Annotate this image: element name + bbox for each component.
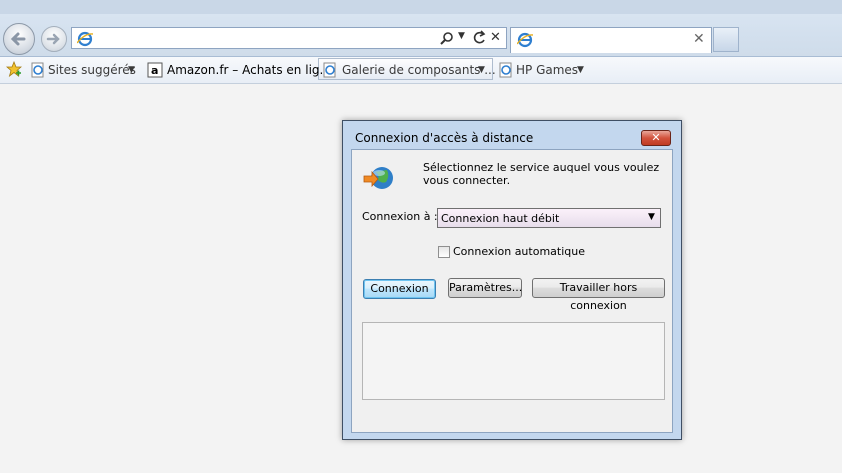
- favorite-label: Galerie de composants ...: [342, 63, 496, 77]
- amazon-icon: a: [147, 62, 163, 78]
- ie-page-icon: [517, 32, 533, 48]
- browser-tab[interactable]: ✕: [510, 27, 712, 53]
- dialog-title: Connexion d'accès à distance: [355, 131, 534, 145]
- svg-text:a: a: [151, 64, 158, 77]
- chevron-down-icon: ▼: [478, 65, 485, 75]
- auto-connect-label[interactable]: Connexion automatique: [453, 245, 585, 258]
- favorite-label: Sites suggérés: [48, 63, 136, 77]
- status-box: [362, 322, 665, 400]
- ie-page-icon: [31, 62, 44, 78]
- address-bar[interactable]: ▼ ✕: [71, 27, 507, 49]
- back-button[interactable]: [3, 23, 35, 55]
- connect-button[interactable]: Connexion: [363, 279, 436, 299]
- close-tab-icon[interactable]: ✕: [693, 31, 705, 47]
- dialog-body: Sélectionnez le service auquel vous voul…: [351, 149, 673, 433]
- ie-page-icon: [499, 62, 512, 78]
- title-strip: [0, 0, 842, 14]
- chevron-down-icon: ▼: [577, 65, 584, 75]
- browser-toolbar: ▼ ✕ ✕: [0, 0, 842, 57]
- close-button[interactable]: ✕: [641, 130, 671, 146]
- favorite-label: HP Games: [516, 63, 579, 77]
- chevron-down-icon[interactable]: ▼: [458, 31, 465, 41]
- search-icon[interactable]: [440, 31, 454, 45]
- settings-button[interactable]: Paramètres...: [448, 278, 522, 298]
- connection-select[interactable]: Connexion haut débit ▼: [437, 208, 661, 228]
- stop-icon[interactable]: ✕: [490, 30, 501, 45]
- auto-connect-checkbox[interactable]: [438, 246, 450, 258]
- dialup-connection-dialog: Connexion d'accès à distance ✕ Sélection…: [342, 120, 682, 440]
- ie-page-icon: [323, 62, 336, 78]
- back-arrow-icon: [10, 32, 26, 46]
- connect-to-label: Connexion à :: [362, 210, 438, 223]
- new-tab-button[interactable]: [713, 27, 739, 52]
- network-globe-icon: [363, 167, 393, 189]
- forward-arrow-icon: [46, 33, 60, 45]
- ie-page-icon: [77, 31, 93, 47]
- refresh-icon[interactable]: [472, 30, 486, 46]
- favorite-label: Amazon.fr – Achats en lig...: [167, 63, 331, 77]
- intro-text: Sélectionnez le service auquel vous voul…: [423, 161, 660, 187]
- forward-button[interactable]: [41, 26, 67, 52]
- connection-select-value: Connexion haut débit: [441, 212, 560, 225]
- chevron-down-icon: ▼: [128, 65, 135, 75]
- chevron-down-icon: ▼: [648, 212, 655, 222]
- favorites-star-icon[interactable]: [6, 61, 22, 77]
- work-offline-button[interactable]: Travailler hors connexion: [532, 278, 665, 312]
